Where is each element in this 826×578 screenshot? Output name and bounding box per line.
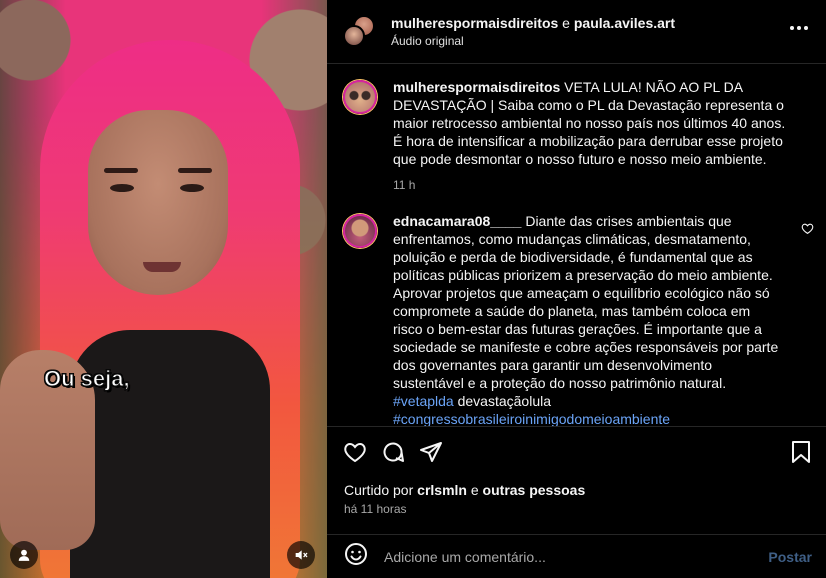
right-brow bbox=[178, 168, 212, 173]
author-link-1[interactable]: mulherespormaisdireitos bbox=[391, 15, 558, 31]
comment-text-tail: devastaçãolula bbox=[457, 393, 552, 409]
heart-icon[interactable] bbox=[801, 222, 814, 240]
reel-video[interactable]: Ou seja, bbox=[0, 0, 327, 578]
left-brow bbox=[104, 168, 138, 173]
avatar bbox=[343, 24, 365, 47]
action-bar bbox=[327, 426, 826, 476]
hashtag-link[interactable]: #congressobrasileiroinimigodomeioambient… bbox=[393, 411, 670, 426]
liked-by-conj: e bbox=[470, 482, 479, 498]
post-button[interactable]: Postar bbox=[768, 549, 812, 565]
post-panel: mulherespormaisdireitos e paula.aviles.a… bbox=[327, 0, 826, 578]
share-icon[interactable] bbox=[419, 440, 443, 464]
more-horizontal-icon[interactable] bbox=[790, 26, 808, 30]
emoji-icon[interactable] bbox=[344, 542, 368, 571]
caption-username[interactable]: mulherespormaisdireitos bbox=[393, 79, 560, 95]
comment-text: Diante das crises ambientais que enfrent… bbox=[393, 213, 779, 391]
left-eye bbox=[110, 184, 134, 192]
bookmark-icon[interactable] bbox=[790, 440, 812, 469]
post-caption: mulherespormaisdireitos VETA LULA! NÃO A… bbox=[327, 78, 826, 192]
hashtag-link[interactable]: #vetaplda bbox=[393, 393, 454, 409]
video-caption: Ou seja, bbox=[44, 366, 131, 392]
avatar[interactable] bbox=[343, 80, 377, 114]
comment-item: ednacamara08____ Diante das crises ambie… bbox=[327, 212, 826, 426]
user-icon[interactable] bbox=[10, 541, 38, 569]
audio-link[interactable]: Áudio original bbox=[391, 34, 675, 48]
heart-icon[interactable] bbox=[343, 440, 367, 464]
add-comment-bar: Adicione um comentário... Postar bbox=[327, 534, 826, 578]
conjunction: e bbox=[562, 15, 570, 31]
liked-by-others[interactable]: outras pessoas bbox=[483, 482, 586, 498]
speaker-muted-icon[interactable] bbox=[287, 541, 315, 569]
comment-input[interactable]: Adicione um comentário... bbox=[384, 549, 744, 565]
comment-username[interactable]: ednacamara08____ bbox=[393, 213, 521, 229]
avatar[interactable] bbox=[343, 214, 377, 248]
post-age[interactable]: há 11 horas bbox=[344, 502, 407, 516]
collab-avatars[interactable] bbox=[343, 14, 377, 49]
liked-by-user[interactable]: crlsmln bbox=[417, 482, 467, 498]
comment-icon[interactable] bbox=[381, 440, 405, 464]
author-names: mulherespormaisdireitos e paula.aviles.a… bbox=[391, 15, 675, 31]
header-text: mulherespormaisdireitos e paula.aviles.a… bbox=[391, 15, 675, 48]
post-header: mulherespormaisdireitos e paula.aviles.a… bbox=[327, 0, 826, 64]
comments-section[interactable]: mulherespormaisdireitos VETA LULA! NÃO A… bbox=[327, 64, 826, 426]
author-link-2[interactable]: paula.aviles.art bbox=[574, 15, 675, 31]
liked-by: Curtido por crlsmln e outras pessoas bbox=[344, 482, 585, 498]
mouth bbox=[143, 262, 181, 272]
right-eye bbox=[180, 184, 204, 192]
caption-time[interactable]: 11 h bbox=[393, 178, 793, 192]
liked-by-prefix: Curtido por bbox=[344, 482, 414, 498]
